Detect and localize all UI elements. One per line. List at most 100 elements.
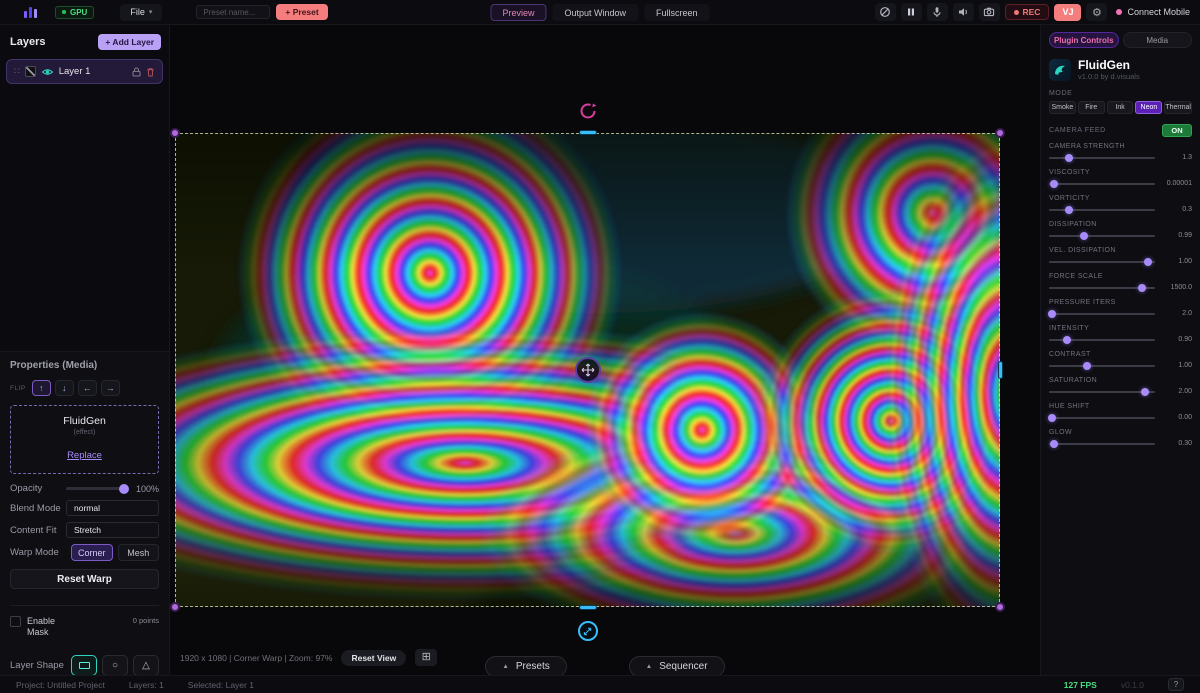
edge-handle-top[interactable] xyxy=(579,130,597,135)
drag-handle-icon[interactable]: ∷ xyxy=(14,66,20,77)
content-fit-select[interactable]: Stretch xyxy=(66,522,159,538)
audio-button[interactable] xyxy=(953,3,974,21)
slider-track[interactable] xyxy=(1049,339,1155,341)
file-menu-label: File xyxy=(130,7,145,17)
warp-mesh-button[interactable]: Mesh xyxy=(118,544,160,561)
lock-icon[interactable] xyxy=(132,67,141,77)
mode-neon-button[interactable]: Neon xyxy=(1135,101,1162,114)
slider-track[interactable] xyxy=(1049,417,1155,419)
scale-handle[interactable] xyxy=(578,621,598,641)
shape-circle-button[interactable]: ○ xyxy=(102,655,128,676)
slider-label: VEL. DISSIPATION xyxy=(1049,247,1192,254)
corner-handle-bottom-right[interactable] xyxy=(995,602,1005,612)
corner-handle-top-right[interactable] xyxy=(995,128,1005,138)
camera-feed-toggle[interactable]: ON xyxy=(1162,124,1192,137)
slider-track[interactable] xyxy=(1049,157,1155,159)
edge-handle-bottom[interactable] xyxy=(579,605,597,610)
plugin-slider-row: HUE SHIFT 0.00 xyxy=(1049,403,1192,423)
slider-handle[interactable] xyxy=(1063,336,1071,344)
add-preset-button[interactable]: + Preset xyxy=(276,4,327,20)
presets-drawer-button[interactable]: ▲ Presets xyxy=(485,656,566,677)
gpu-status-dot-icon xyxy=(62,10,66,14)
visibility-eye-icon[interactable] xyxy=(41,67,54,77)
slider-handle[interactable] xyxy=(1050,440,1058,448)
slider-track[interactable] xyxy=(1049,235,1155,237)
slider-track[interactable] xyxy=(1049,313,1155,315)
slider-handle[interactable] xyxy=(1083,362,1091,370)
file-menu-button[interactable]: File ▾ xyxy=(120,4,162,21)
slider-track[interactable] xyxy=(1049,287,1155,289)
corner-handle-top-left[interactable] xyxy=(170,128,180,138)
vj-mode-button[interactable]: VJ xyxy=(1054,4,1081,21)
tab-fullscreen[interactable]: Fullscreen xyxy=(644,4,710,21)
plugin-slider-row: CAMERA STRENGTH 1.3 xyxy=(1049,143,1192,163)
slider-value: 0.30 xyxy=(1161,440,1192,447)
slider-handle[interactable] xyxy=(1048,414,1056,422)
opacity-slider-handle[interactable] xyxy=(119,484,129,494)
tab-output-window[interactable]: Output Window xyxy=(552,4,638,21)
slider-handle[interactable] xyxy=(1050,180,1058,188)
record-label: REC xyxy=(1023,7,1041,17)
slider-track[interactable] xyxy=(1049,443,1155,445)
settings-button[interactable]: ⚙ xyxy=(1086,3,1107,21)
slider-track[interactable] xyxy=(1049,209,1155,211)
preview-canvas[interactable] xyxy=(175,133,1000,607)
trash-icon[interactable] xyxy=(146,67,155,77)
flip-right-button[interactable]: → xyxy=(101,380,120,396)
mode-thermal-button[interactable]: Thermal xyxy=(1164,101,1192,114)
shape-rectangle-button[interactable] xyxy=(71,655,97,676)
rotate-handle[interactable] xyxy=(579,102,597,120)
flip-up-button[interactable]: ↑ xyxy=(32,380,51,396)
tab-preview[interactable]: Preview xyxy=(490,4,546,21)
slider-handle[interactable] xyxy=(1065,206,1073,214)
flip-left-button[interactable]: ← xyxy=(78,380,97,396)
preset-name-input[interactable] xyxy=(196,5,270,19)
mode-ink-button[interactable]: Ink xyxy=(1107,101,1134,114)
slider-track[interactable] xyxy=(1049,391,1155,393)
snapshot-button[interactable] xyxy=(979,3,1000,21)
slider-track[interactable] xyxy=(1049,183,1155,185)
connect-mobile-button[interactable]: Connect Mobile xyxy=(1116,7,1190,17)
edge-handle-right[interactable] xyxy=(998,361,1003,379)
slider-handle[interactable] xyxy=(1144,258,1152,266)
opacity-value: 100% xyxy=(133,484,159,494)
reset-warp-button[interactable]: Reset Warp xyxy=(10,569,159,589)
slider-handle[interactable] xyxy=(1138,284,1146,292)
corner-handle-bottom-left[interactable] xyxy=(170,602,180,612)
tab-plugin-controls[interactable]: Plugin Controls xyxy=(1049,32,1119,48)
slider-handle[interactable] xyxy=(1141,388,1149,396)
timer-button[interactable] xyxy=(875,3,896,21)
add-layer-button[interactable]: + Add Layer xyxy=(98,34,161,50)
slider-value: 2.0 xyxy=(1161,310,1192,317)
record-button[interactable]: REC xyxy=(1005,4,1050,20)
camera-icon xyxy=(983,6,995,18)
tab-media[interactable]: Media xyxy=(1123,32,1193,48)
shape-triangle-button[interactable]: △ xyxy=(133,655,159,676)
sequencer-drawer-button[interactable]: ▲ Sequencer xyxy=(629,656,725,677)
properties-panel: Properties (Media) FLIP ↑ ↓ ← → FluidGen… xyxy=(0,352,169,693)
slider-track[interactable] xyxy=(1049,365,1155,367)
slider-track[interactable] xyxy=(1049,261,1155,263)
plugin-name: FluidGen xyxy=(1078,59,1140,72)
layer-select-checkbox[interactable] xyxy=(25,66,36,77)
warp-corner-button[interactable]: Corner xyxy=(71,544,113,561)
right-panel-tabs: Plugin Controls Media xyxy=(1049,32,1192,48)
mode-fire-button[interactable]: Fire xyxy=(1078,101,1105,114)
pause-button[interactable] xyxy=(901,3,922,21)
slider-handle[interactable] xyxy=(1080,232,1088,240)
layer-row[interactable]: ∷ Layer 1 xyxy=(6,59,163,84)
microphone-button[interactable] xyxy=(927,3,948,21)
triangle-icon: △ xyxy=(142,660,150,671)
move-handle[interactable] xyxy=(575,357,601,383)
layer-shape-label: Layer Shape xyxy=(10,660,66,671)
opacity-slider[interactable] xyxy=(66,487,127,490)
blend-mode-select[interactable]: normal xyxy=(66,500,159,516)
replace-link[interactable]: Replace xyxy=(67,450,102,461)
slider-value: 0.00 xyxy=(1161,414,1192,421)
slider-handle[interactable] xyxy=(1065,154,1073,162)
help-button[interactable]: ? xyxy=(1168,678,1184,691)
flip-down-button[interactable]: ↓ xyxy=(55,380,74,396)
enable-mask-checkbox[interactable] xyxy=(10,616,21,627)
slider-handle[interactable] xyxy=(1048,310,1056,318)
mode-smoke-button[interactable]: Smoke xyxy=(1049,101,1076,114)
